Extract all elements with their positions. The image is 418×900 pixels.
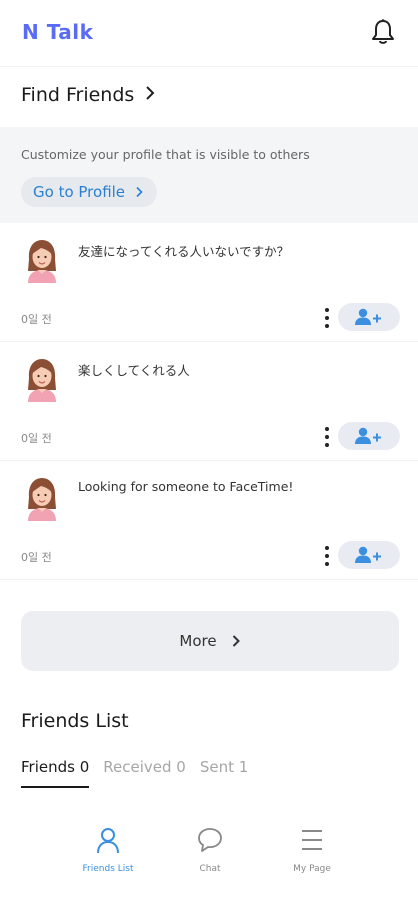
avatar (28, 478, 56, 521)
find-friends-title: Find Friends (21, 84, 156, 106)
app-logo[interactable]: N Talk (22, 20, 93, 44)
person-icon (97, 828, 119, 854)
chat-bubble-icon (198, 828, 222, 852)
nav-friends-list-label: Friends List (82, 864, 134, 874)
add-friend-icon (355, 546, 381, 563)
nav-my-page[interactable]: My Page (272, 826, 352, 874)
profile-banner: Customize your profile that is visible t… (0, 127, 418, 223)
nav-chat-label: Chat (199, 864, 221, 874)
profile-description: Customize your profile that is visible t… (21, 147, 310, 162)
add-friend-button[interactable] (338, 303, 400, 331)
notification-bell-icon[interactable] (370, 18, 396, 46)
tab-received[interactable]: Received 0 (103, 758, 186, 788)
find-friends-row[interactable]: Find Friends (0, 67, 418, 127)
more-button[interactable]: More (21, 611, 399, 671)
chevron-right-icon (232, 635, 240, 647)
menu-icon (302, 830, 322, 850)
nav-my-page-label: My Page (293, 864, 331, 874)
nav-friends-list[interactable]: Friends List (68, 826, 148, 874)
post-date: 0일 전 (21, 313, 52, 326)
post-text: Looking for someone to FaceTime! (78, 479, 294, 494)
post-text: 楽しくしてくれる人 (78, 363, 190, 378)
post-text: 友達になってくれる人いないですか？ (78, 244, 290, 259)
more-options-icon[interactable] (324, 545, 330, 567)
more-options-icon[interactable] (324, 426, 330, 448)
more-label: More (179, 632, 217, 650)
go-to-profile-button[interactable]: Go to Profile (21, 177, 158, 207)
more-options-icon[interactable] (324, 307, 330, 329)
logo-text: N Talk (22, 20, 94, 44)
post-item[interactable]: Looking for someone to FaceTime! 0일 전 (0, 461, 418, 580)
avatar (28, 359, 56, 402)
bottom-navigation: Friends List Chat My Page (0, 808, 418, 900)
nav-chat[interactable]: Chat (170, 826, 250, 874)
tab-sent[interactable]: Sent 1 (200, 758, 248, 788)
top-bar: N Talk (0, 0, 418, 67)
friends-list-title: Friends List (21, 710, 129, 732)
friends-tabs: Friends 0 Received 0 Sent 1 (21, 758, 248, 788)
post-item[interactable]: 友達になってくれる人いないですか？ 0일 전 (0, 223, 418, 342)
add-friend-button[interactable] (338, 422, 400, 450)
chevron-right-icon (146, 86, 155, 100)
add-friend-icon (355, 308, 381, 325)
post-date: 0일 전 (21, 432, 52, 445)
add-friend-icon (355, 427, 381, 444)
chevron-right-icon (136, 186, 143, 198)
avatar (28, 240, 56, 283)
add-friend-button[interactable] (338, 541, 400, 569)
post-item[interactable]: 楽しくしてくれる人 0일 전 (0, 342, 418, 461)
post-date: 0일 전 (21, 551, 52, 564)
go-to-profile-label: Go to Profile (33, 183, 126, 201)
tab-friends[interactable]: Friends 0 (21, 758, 90, 788)
